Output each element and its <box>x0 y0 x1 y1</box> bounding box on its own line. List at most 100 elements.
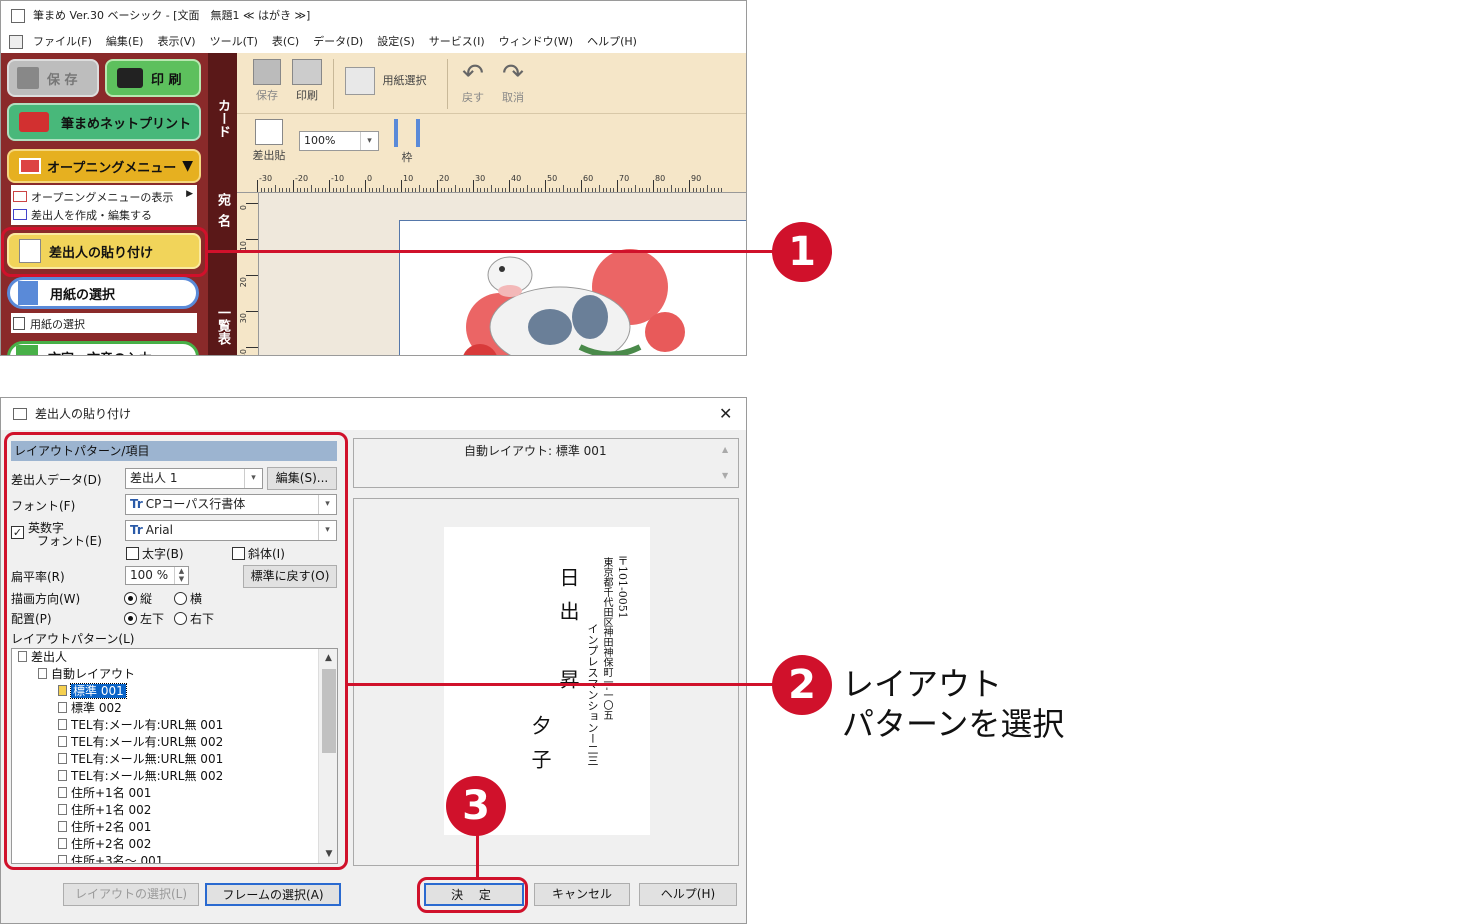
zoom-select[interactable]: 100% ▾ <box>299 131 379 151</box>
ruler-minor-tick <box>631 188 633 192</box>
ruler-minor-tick <box>311 185 312 192</box>
ruler-minor-tick <box>555 188 557 192</box>
dialog-icon <box>13 408 27 420</box>
opening-menu-button[interactable]: オープニングメニュー ▼ <box>7 149 201 183</box>
redo-arrow-icon: ↷ <box>502 59 524 89</box>
tab-card[interactable]: カード <box>214 83 230 153</box>
redo-button[interactable]: ↷ 取消 <box>495 59 531 105</box>
help-button[interactable]: ヘルプ(H) <box>639 883 737 906</box>
net-print-button[interactable]: 筆まめネットプリント <box>7 103 201 141</box>
text-a-icon <box>16 345 38 355</box>
submenu-item[interactable]: オープニングメニューの表示 <box>13 189 173 205</box>
ruler-minor-tick <box>512 188 514 192</box>
print-button[interactable]: 印 刷 <box>105 59 201 97</box>
paper-select-button[interactable]: 用紙の選択 <box>7 277 199 309</box>
scroll-up-icon[interactable]: ▲ <box>722 445 728 454</box>
ruler-minor-tick <box>717 188 719 192</box>
ruler-tick-label: 80 <box>655 174 666 183</box>
ruler-minor-tick <box>624 188 626 192</box>
ruler-minor-tick <box>678 188 680 192</box>
dropdown-triangle-icon: ▼ <box>182 158 194 174</box>
menu-item[interactable]: 表(C) <box>272 35 299 48</box>
cancel-button[interactable]: キャンセル <box>534 883 630 906</box>
ruler-tick-label: 70 <box>619 174 630 183</box>
menu-item[interactable]: 編集(E) <box>106 35 144 48</box>
ruler-minor-tick <box>563 185 564 192</box>
frame-button[interactable]: 枠 <box>391 119 423 165</box>
callout-line-3 <box>476 830 479 878</box>
ruler-minor-tick <box>573 188 575 192</box>
menu-item[interactable]: ツール(T) <box>210 35 258 48</box>
vertical-ruler: 0 10 20 30 40 <box>237 193 259 355</box>
frame-select-button[interactable]: フレームの選択(A) <box>205 883 341 906</box>
ruler-minor-tick <box>570 188 572 192</box>
submenu-item[interactable]: 用紙の選択 <box>13 316 85 332</box>
undo-button[interactable]: ↶ 戻す <box>455 59 491 105</box>
save-button[interactable]: 保 存 <box>7 59 99 97</box>
menu-item[interactable]: 表示(V) <box>157 35 195 48</box>
ruler-tick <box>473 180 474 192</box>
toolbar: 保存 印刷 用紙選択 ↶ 戻す ↷ 取消 差出貼 100% ▾ 枠 <box>237 53 746 173</box>
layout-select-button[interactable]: レイアウトの選択(L) <box>63 883 199 906</box>
ruler-minor-tick <box>260 188 262 192</box>
ruler-minor-tick <box>602 188 604 192</box>
ruler-minor-tick <box>415 188 417 192</box>
ruler-tick-label: 90 <box>691 174 702 183</box>
close-icon[interactable]: ✕ <box>719 398 732 430</box>
frame-bars-icon <box>394 119 420 147</box>
submenu-arrow-icon: ▶ <box>186 189 193 199</box>
ruler-minor-tick <box>350 188 352 192</box>
dialog-title-bar: 差出人の貼り付け ✕ <box>1 398 746 430</box>
scroll-down-icon[interactable]: ▼ <box>722 471 728 480</box>
ruler-minor-tick <box>386 188 388 192</box>
ruler-minor-tick <box>440 188 442 192</box>
text-input-button[interactable]: 文字・文章の入力 <box>7 341 199 355</box>
menu-item[interactable]: サービス(I) <box>429 35 485 48</box>
ruler-minor-tick <box>300 188 302 192</box>
ruler-minor-tick <box>667 188 669 192</box>
ruler-minor-tick <box>336 188 338 192</box>
highlight-paste-sender <box>1 227 208 277</box>
menu-grid-icon <box>19 158 41 174</box>
ruler-minor-tick <box>282 188 284 192</box>
ruler-minor-tick <box>552 188 554 192</box>
ruler-minor-tick <box>606 188 608 192</box>
menu-item[interactable]: ヘルプ(H) <box>587 35 637 48</box>
ruler-minor-tick <box>483 188 485 192</box>
toolbar-paper-select-button[interactable]: 用紙選択 <box>345 67 441 95</box>
ruler-minor-tick <box>307 188 309 192</box>
menu-item[interactable]: ウィンドウ(W) <box>499 35 573 48</box>
sidebar: 保 存 印 刷 筆まめネットプリント オープニングメニュー ▼ オープニングメニ… <box>1 53 208 355</box>
ruler-minor-tick <box>649 188 651 192</box>
ruler-minor-tick <box>530 188 532 192</box>
horizontal-ruler: -30 -20 -10 0 10 20 30 40 50 60 70 80 90 <box>237 173 746 193</box>
preview-caption: 自動レイアウト: 標準 001 <box>464 444 607 458</box>
preview-address-2: インプレスマンションー二三 <box>586 623 599 766</box>
tab-list[interactable]: 一覧表 <box>214 293 230 355</box>
menu-item[interactable]: ファイル(F) <box>33 35 92 48</box>
save-icon <box>17 67 39 89</box>
menu-item[interactable]: データ(D) <box>313 35 363 48</box>
ox-camellia-illustration <box>463 249 685 355</box>
ruler-minor-tick <box>397 188 399 192</box>
ruler-minor-tick <box>487 188 489 192</box>
sender-paste-icon <box>255 119 283 145</box>
ruler-minor-tick <box>519 188 521 192</box>
ruler-tick-label: -20 <box>295 174 309 183</box>
ruler-minor-tick <box>455 185 456 192</box>
menu-item[interactable]: 設定(S) <box>377 35 415 48</box>
sender-paste-button[interactable]: 差出貼 <box>249 119 289 163</box>
ruler-tick-label: 30 <box>475 174 486 183</box>
callout-line-1 <box>208 250 774 253</box>
ruler-minor-tick <box>271 188 273 192</box>
ruler-minor-tick <box>692 188 694 192</box>
tab-address[interactable]: 宛名 <box>214 189 230 239</box>
ruler-minor-tick <box>595 188 597 192</box>
ruler-minor-tick <box>588 188 590 192</box>
toolbar-print-button[interactable]: 印刷 <box>289 59 325 103</box>
ruler-minor-tick <box>339 188 341 192</box>
submenu-item[interactable]: 差出人を作成・編集する <box>13 207 152 221</box>
ruler-minor-tick <box>534 188 536 192</box>
ruler-tick-label: 0 <box>367 174 373 183</box>
toolbar-save-button[interactable]: 保存 <box>249 59 285 103</box>
